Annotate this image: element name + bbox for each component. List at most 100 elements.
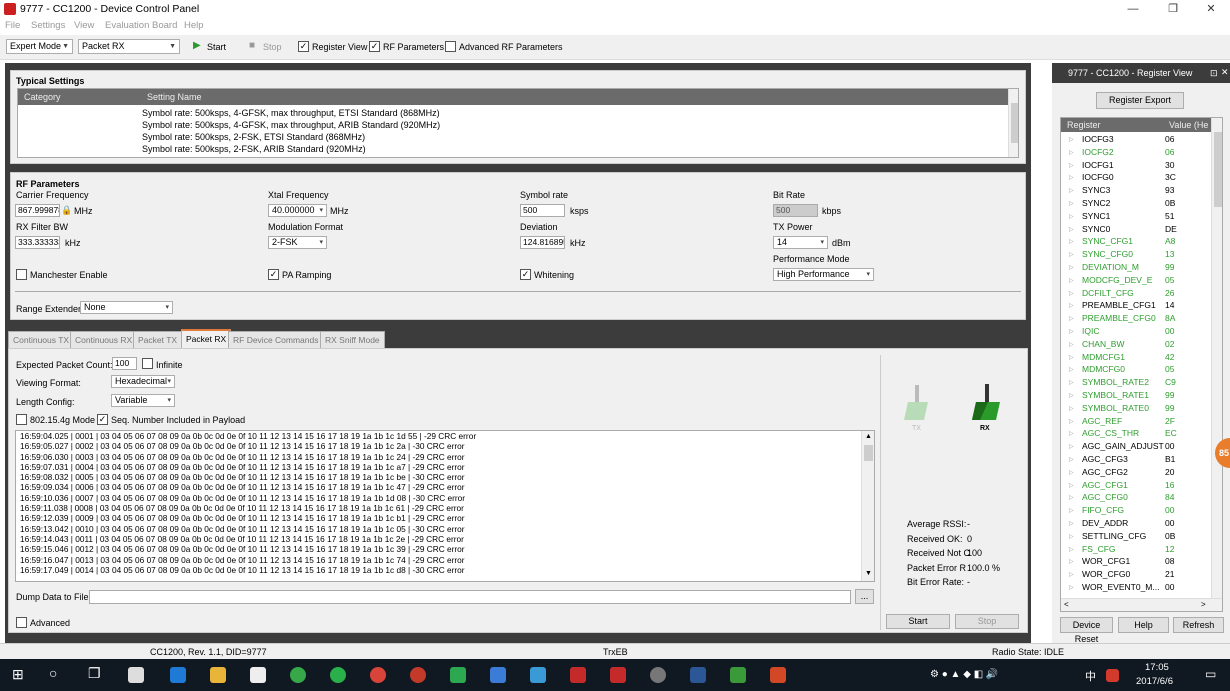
register-row[interactable]: ▷ AGC_CFG3 B1 bbox=[1061, 454, 1211, 467]
expand-icon[interactable]: ▷ bbox=[1069, 456, 1074, 463]
tab-packet-tx[interactable]: Packet TX bbox=[133, 331, 183, 348]
register-value[interactable]: 16 bbox=[1165, 480, 1174, 490]
scroll-thumb[interactable] bbox=[1011, 103, 1018, 143]
advanced-checkbox[interactable] bbox=[16, 617, 27, 628]
tx-power-select[interactable]: 14 ▾ bbox=[773, 236, 828, 249]
register-value[interactable]: 02 bbox=[1165, 339, 1174, 349]
register-value[interactable]: 99 bbox=[1165, 262, 1174, 272]
expand-icon[interactable]: ▷ bbox=[1069, 341, 1074, 348]
expand-icon[interactable]: ▷ bbox=[1069, 379, 1074, 386]
register-value[interactable]: 21 bbox=[1165, 569, 1174, 579]
help-button[interactable]: Help bbox=[1118, 617, 1169, 633]
register-value[interactable]: 12 bbox=[1165, 544, 1174, 554]
register-value[interactable]: 8A bbox=[1165, 313, 1175, 323]
close-icon[interactable]: ✕ bbox=[1221, 67, 1229, 78]
register-hscrollbar[interactable]: < > bbox=[1061, 598, 1222, 611]
expand-icon[interactable]: ▷ bbox=[1069, 494, 1074, 501]
register-row[interactable]: ▷ SYNC_CFG1 A8 bbox=[1061, 236, 1211, 249]
scroll-up-icon[interactable]: ▲ bbox=[865, 433, 872, 440]
notification-icon[interactable]: ▭ bbox=[1205, 667, 1216, 681]
register-row[interactable]: ▷ IOCFG1 30 bbox=[1061, 160, 1211, 173]
stop-button[interactable]: Stop bbox=[263, 42, 282, 52]
register-value[interactable]: 00 bbox=[1165, 582, 1174, 592]
chrome-icon[interactable] bbox=[370, 667, 386, 683]
start-button[interactable]: Start bbox=[207, 42, 226, 52]
register-row[interactable]: ▷ IOCFG3 06 bbox=[1061, 134, 1211, 147]
register-row[interactable]: ▷ SYNC3 93 bbox=[1061, 185, 1211, 198]
expand-icon[interactable]: ▷ bbox=[1069, 354, 1074, 361]
register-scrollbar[interactable] bbox=[1211, 118, 1222, 598]
expand-icon[interactable]: ▷ bbox=[1069, 213, 1074, 220]
word-icon[interactable] bbox=[690, 667, 706, 683]
app-gray-icon[interactable] bbox=[650, 667, 666, 683]
rx-stop-button[interactable]: Stop bbox=[955, 614, 1019, 629]
log-scrollbar[interactable]: ▲ ▼ bbox=[861, 431, 874, 581]
tray-icons[interactable]: ⚙ ● ▲ ◆ ◧ 🔊 bbox=[930, 669, 998, 680]
register-row[interactable]: ▷ SYMBOL_RATE0 99 bbox=[1061, 403, 1211, 416]
register-value[interactable]: DE bbox=[1165, 224, 1177, 234]
table-row[interactable]: Symbol rate: 500ksps, 2-FSK, ETSI Standa… bbox=[142, 132, 365, 142]
stop-icon[interactable]: ■ bbox=[249, 40, 255, 51]
register-value[interactable]: 0B bbox=[1165, 531, 1175, 541]
col-category[interactable]: Category bbox=[24, 92, 61, 102]
register-row[interactable]: ▷ FS_CFG 12 bbox=[1061, 544, 1211, 557]
tab-continuous-tx[interactable]: Continuous TX bbox=[8, 331, 75, 348]
dump-file-input[interactable] bbox=[89, 590, 851, 604]
table-row[interactable]: Symbol rate: 500ksps, 2-FSK, ARIB Standa… bbox=[142, 144, 366, 154]
register-value[interactable]: 0B bbox=[1165, 198, 1175, 208]
register-value[interactable]: 06 bbox=[1165, 147, 1174, 157]
register-row[interactable]: ▷ MDMCFG0 05 bbox=[1061, 364, 1211, 377]
menu-file[interactable]: File bbox=[5, 20, 20, 31]
register-row[interactable]: ▷ MDMCFG1 42 bbox=[1061, 352, 1211, 365]
register-value[interactable]: 08 bbox=[1165, 556, 1174, 566]
register-value[interactable]: C9 bbox=[1165, 377, 1176, 387]
expand-icon[interactable]: ▷ bbox=[1069, 187, 1074, 194]
table-row[interactable]: Symbol rate: 500ksps, 4-GFSK, max throug… bbox=[142, 120, 440, 130]
close-icon[interactable]: ✕ bbox=[1188, 0, 1230, 19]
register-row[interactable]: ▷ WOR_EVENT0_M... 00 bbox=[1061, 582, 1211, 595]
register-value[interactable]: 26 bbox=[1165, 288, 1174, 298]
refresh-button[interactable]: Refresh bbox=[1173, 617, 1224, 633]
expand-icon[interactable]: ▷ bbox=[1069, 533, 1074, 540]
netease-music-icon[interactable] bbox=[410, 667, 426, 683]
pin-icon[interactable]: ⊡ bbox=[1210, 68, 1218, 79]
xtal-freq-select[interactable]: 40.000000 ▾ bbox=[268, 204, 327, 217]
register-row[interactable]: ▷ SYNC1 51 bbox=[1061, 211, 1211, 224]
mode-802-checkbox[interactable] bbox=[16, 414, 27, 425]
app-gallery-icon[interactable] bbox=[530, 667, 546, 683]
rx-switch-icon[interactable]: RX bbox=[968, 380, 1008, 435]
deviation-input[interactable]: 124.816895 bbox=[520, 236, 565, 249]
expand-icon[interactable]: ▷ bbox=[1069, 162, 1074, 169]
lock-icon[interactable]: 🔒 bbox=[61, 205, 72, 216]
length-config-select[interactable]: Variable ▾ bbox=[111, 394, 175, 407]
settings-scrollbar[interactable] bbox=[1008, 89, 1018, 157]
expand-icon[interactable]: ▷ bbox=[1069, 277, 1074, 284]
register-value[interactable]: 00 bbox=[1165, 505, 1174, 515]
expand-icon[interactable]: ▷ bbox=[1069, 136, 1074, 143]
adv-rf-params-checkbox[interactable] bbox=[445, 41, 456, 52]
expand-icon[interactable]: ▷ bbox=[1069, 315, 1074, 322]
col-value[interactable]: Value (He bbox=[1169, 120, 1208, 130]
expand-icon[interactable]: ▷ bbox=[1069, 392, 1074, 399]
expected-count-input[interactable]: 100 bbox=[112, 357, 137, 370]
ti-app-icon[interactable] bbox=[570, 667, 586, 683]
expand-icon[interactable]: ▷ bbox=[1069, 430, 1074, 437]
register-row[interactable]: ▷ AGC_CS_THR EC bbox=[1061, 428, 1211, 441]
register-row[interactable]: ▷ IOCFG0 3C bbox=[1061, 172, 1211, 185]
menu-view[interactable]: View bbox=[74, 20, 94, 31]
expand-icon[interactable]: ▷ bbox=[1069, 443, 1074, 450]
register-value[interactable]: 13 bbox=[1165, 249, 1174, 259]
register-row[interactable]: ▷ AGC_CFG1 16 bbox=[1061, 480, 1211, 493]
col-setting-name[interactable]: Setting Name bbox=[147, 92, 202, 102]
register-row[interactable]: ▷ DCFILT_CFG 26 bbox=[1061, 288, 1211, 301]
register-export-button[interactable]: Register Export bbox=[1096, 92, 1184, 109]
clock-time[interactable]: 17:05 bbox=[1145, 662, 1169, 673]
rf-params-checkbox[interactable]: ✓ bbox=[369, 41, 380, 52]
app-pinwheel-icon[interactable] bbox=[128, 667, 144, 683]
seq-number-checkbox[interactable]: ✓ bbox=[97, 414, 108, 425]
modulation-select[interactable]: 2-FSK ▾ bbox=[268, 236, 327, 249]
expand-icon[interactable]: ▷ bbox=[1069, 328, 1074, 335]
register-value[interactable]: 00 bbox=[1165, 326, 1174, 336]
register-value[interactable]: 42 bbox=[1165, 352, 1174, 362]
expand-icon[interactable]: ▷ bbox=[1069, 200, 1074, 207]
